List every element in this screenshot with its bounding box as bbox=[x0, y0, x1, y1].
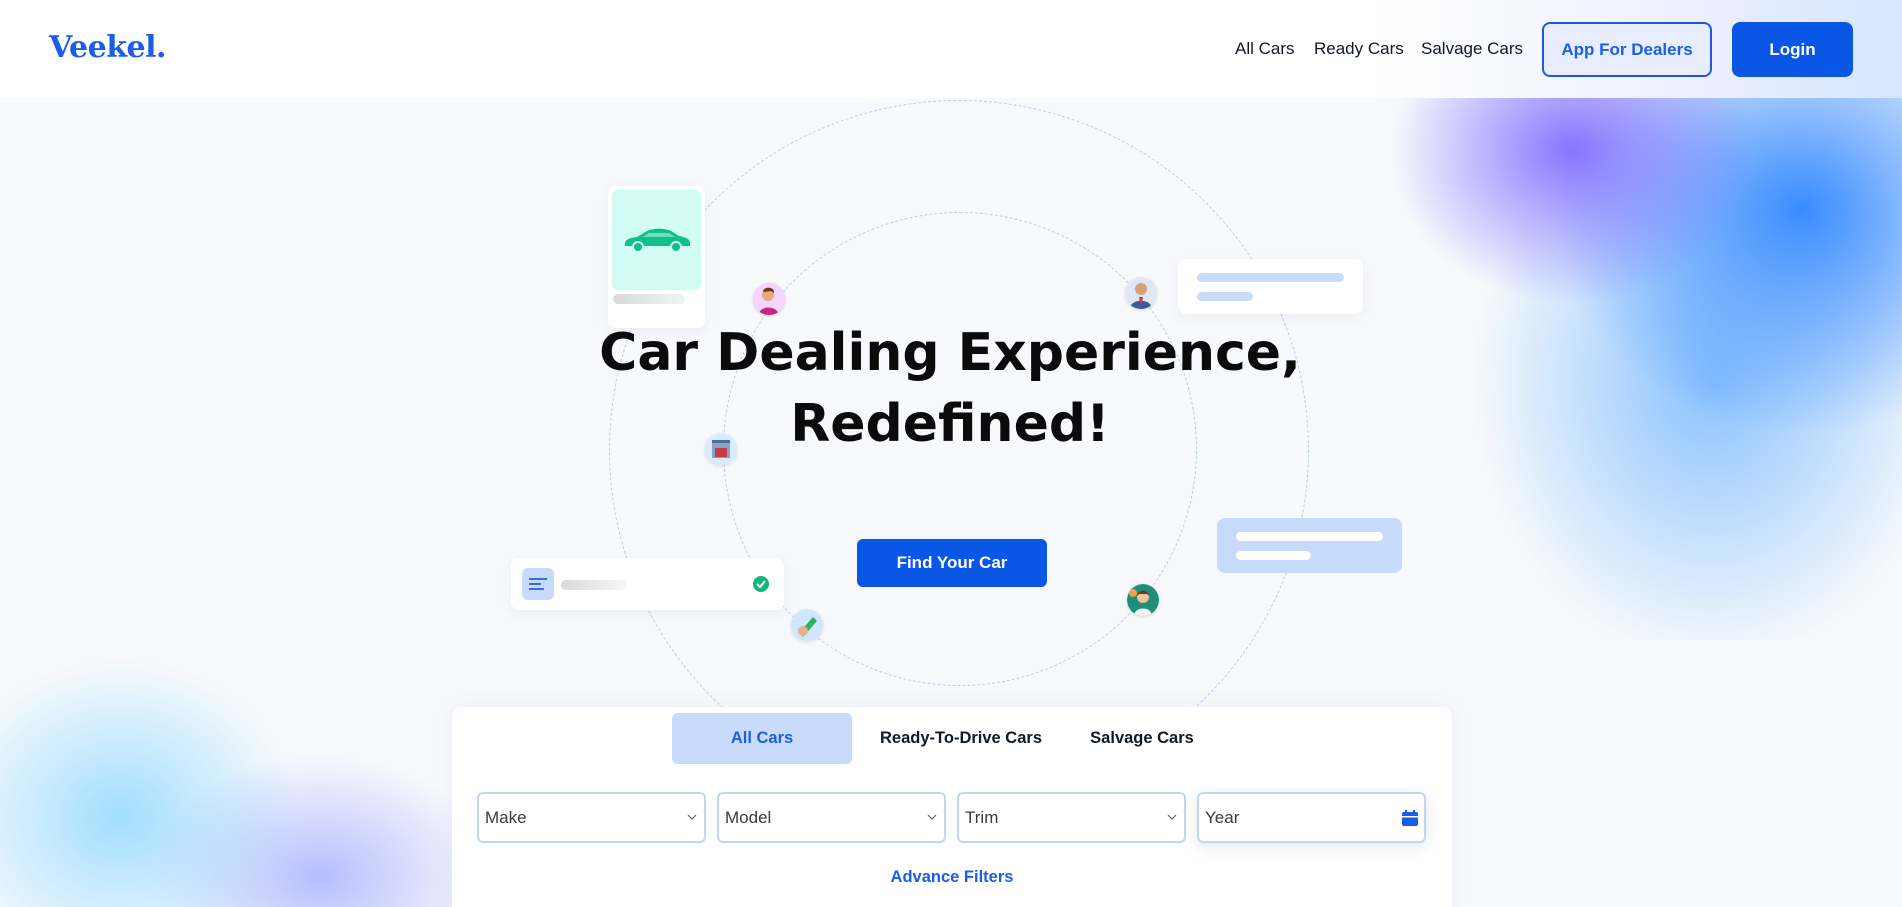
chevron-down-icon bbox=[686, 811, 698, 823]
hero-title: Car Dealing Experience, Redefined! bbox=[500, 318, 1400, 460]
car-icon bbox=[624, 228, 690, 253]
placeholder-card-blue bbox=[1217, 518, 1402, 573]
chevron-down-icon bbox=[1166, 811, 1178, 823]
nav-ready-cars[interactable]: Ready Cars bbox=[1314, 39, 1404, 59]
logo[interactable]: Veekel. bbox=[49, 30, 166, 65]
hero-title-line1: Car Dealing Experience, bbox=[599, 323, 1301, 383]
list-icon bbox=[522, 568, 554, 600]
car-image bbox=[612, 190, 701, 290]
placeholder-card bbox=[1178, 259, 1363, 314]
year-field[interactable]: Year bbox=[1197, 792, 1426, 843]
year-field-value: Year bbox=[1205, 807, 1240, 827]
tab-ready-to-drive-cars[interactable]: Ready-To-Drive Cars bbox=[861, 713, 1061, 764]
avatar bbox=[1125, 277, 1157, 309]
tab-salvage-cars[interactable]: Salvage Cars bbox=[1052, 713, 1232, 764]
hero-title-line2: Redefined! bbox=[790, 394, 1110, 454]
avatar bbox=[791, 609, 823, 641]
tab-all-cars[interactable]: All Cars bbox=[672, 713, 852, 764]
trim-select[interactable]: Trim bbox=[957, 792, 1186, 843]
nav-salvage-cars[interactable]: Salvage Cars bbox=[1421, 39, 1523, 59]
car-card bbox=[608, 186, 705, 328]
site-header: Veekel. All Cars Ready Cars Salvage Cars… bbox=[0, 0, 1902, 98]
status-card bbox=[511, 558, 784, 610]
app-for-dealers-button[interactable]: App For Dealers bbox=[1542, 22, 1712, 77]
make-select[interactable]: Make bbox=[477, 792, 706, 843]
search-panel: All Cars Ready-To-Drive Cars Salvage Car… bbox=[452, 707, 1452, 907]
avatar bbox=[753, 283, 785, 315]
model-select[interactable]: Model bbox=[717, 792, 946, 843]
find-your-car-button[interactable]: Find Your Car bbox=[857, 539, 1047, 587]
nav-all-cars[interactable]: All Cars bbox=[1235, 39, 1295, 59]
chevron-down-icon bbox=[926, 811, 938, 823]
login-button[interactable]: Login bbox=[1732, 22, 1853, 77]
advance-filters-link[interactable]: Advance Filters bbox=[452, 868, 1452, 887]
model-select-value: Model bbox=[725, 807, 772, 827]
make-select-value: Make bbox=[485, 807, 527, 827]
trim-select-value: Trim bbox=[965, 807, 999, 827]
placeholder-bar bbox=[613, 294, 685, 304]
avatar bbox=[1127, 584, 1159, 616]
placeholder-bar bbox=[561, 580, 626, 590]
check-icon bbox=[753, 576, 769, 592]
calendar-icon[interactable] bbox=[1401, 809, 1419, 827]
